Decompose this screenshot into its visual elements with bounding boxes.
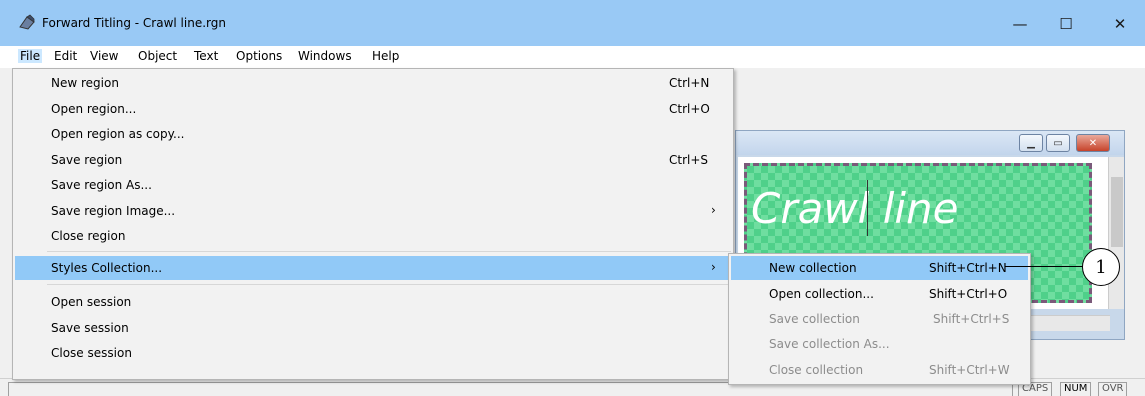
menu-item-save-region[interactable]: Save region Ctrl+S <box>15 148 731 172</box>
menu-text[interactable]: Text <box>194 49 218 63</box>
menu-options[interactable]: Options <box>236 49 282 63</box>
window-title: Forward Titling - Crawl line.rgn <box>42 16 226 30</box>
callout-marker: 1 <box>1082 248 1120 286</box>
menu-item-label: Save session <box>51 321 129 335</box>
menu-item-label: Styles Collection... <box>51 261 163 275</box>
doc-close-button[interactable]: ✕ <box>1076 134 1110 152</box>
restore-icon: ▭ <box>1053 137 1063 149</box>
menu-item-open-region-copy[interactable]: Open region as copy... <box>15 122 731 146</box>
menu-item-save-region-as[interactable]: Save region As... <box>15 173 731 197</box>
menu-item-open-region[interactable]: Open region... Ctrl+O <box>15 97 731 121</box>
menu-item-shortcut: Shift+Ctrl+O <box>929 287 1008 301</box>
num-indicator: NUM <box>1060 382 1092 396</box>
menu-item-shortcut: Shift+Ctrl+W <box>929 363 1010 377</box>
menu-item-save-collection: Save collection Shift+Ctrl+S <box>731 307 1028 331</box>
close-icon: ✕ <box>1113 15 1127 33</box>
menu-item-label: Save region <box>51 153 123 167</box>
menu-item-shortcut: Shift+Ctrl+S <box>933 312 1010 326</box>
menu-item-label: Open collection... <box>769 287 874 301</box>
scroll-thumb[interactable] <box>1111 177 1123 247</box>
submenu-arrow-icon: › <box>711 260 716 274</box>
menu-item-label: Close collection <box>769 363 864 377</box>
close-button[interactable]: ✕ <box>1097 6 1143 42</box>
menu-item-close-collection: Close collection Shift+Ctrl+W <box>731 358 1028 382</box>
menu-view[interactable]: View <box>90 49 118 63</box>
menu-item-label: Open session <box>51 295 132 309</box>
menu-item-open-session[interactable]: Open session <box>15 290 731 314</box>
menu-item-shortcut: Shift+Ctrl+N <box>929 261 1007 275</box>
menu-item-save-collection-as: Save collection As... <box>731 332 1028 356</box>
title-bar: Forward Titling - Crawl line.rgn — ☐ ✕ <box>0 0 1145 46</box>
text-caret <box>867 180 868 236</box>
maximize-icon: ☐ <box>1059 15 1073 33</box>
menu-item-open-collection[interactable]: Open collection... Shift+Ctrl+O <box>731 282 1028 306</box>
crawl-text[interactable]: Crawl line <box>751 184 959 233</box>
menu-item-label: Save region Image... <box>51 204 176 218</box>
styles-collection-submenu: New collection Shift+Ctrl+N Open collect… <box>728 253 1031 385</box>
app-icon <box>19 14 35 30</box>
menu-item-save-session[interactable]: Save session <box>15 316 731 340</box>
menu-item-label: Open region as copy... <box>51 127 185 141</box>
file-menu: New region Ctrl+N Open region... Ctrl+O … <box>12 68 734 380</box>
menu-item-label: Open region... <box>51 102 137 116</box>
menu-item-label: New region <box>51 76 119 90</box>
menu-item-label: Save region As... <box>51 178 152 192</box>
menu-separator <box>47 284 731 285</box>
menu-item-label: New collection <box>769 261 857 275</box>
menu-item-shortcut: Ctrl+S <box>669 153 709 167</box>
menu-item-shortcut: Ctrl+O <box>669 102 710 116</box>
menu-item-new-collection[interactable]: New collection Shift+Ctrl+N <box>731 256 1028 280</box>
minimize-icon: — <box>1012 15 1028 33</box>
menu-item-label: Close region <box>51 229 126 243</box>
vertical-scrollbar[interactable] <box>1108 157 1124 309</box>
menu-separator <box>47 251 731 252</box>
minimize-button[interactable]: — <box>997 6 1043 42</box>
menu-file[interactable]: File <box>18 49 43 63</box>
close-icon: ✕ <box>1088 137 1098 149</box>
menu-help[interactable]: Help <box>372 49 399 63</box>
menu-item-save-region-image[interactable]: Save region Image... › <box>15 199 731 223</box>
menu-windows[interactable]: Windows <box>298 49 352 63</box>
menu-item-close-session[interactable]: Close session <box>15 341 731 365</box>
doc-minimize-button[interactable]: ▁ <box>1019 134 1043 152</box>
maximize-button[interactable]: ☐ <box>1043 6 1089 42</box>
submenu-arrow-icon: › <box>711 203 716 217</box>
menu-item-new-region[interactable]: New region Ctrl+N <box>15 71 731 95</box>
callout-line <box>1005 266 1085 267</box>
menu-item-label: Close session <box>51 346 132 360</box>
menu-item-label: Save collection <box>769 312 860 326</box>
ovr-indicator: OVR <box>1098 382 1128 396</box>
document-titlebar: ▁ ▭ ✕ <box>736 131 1124 155</box>
doc-restore-button[interactable]: ▭ <box>1046 134 1070 152</box>
menu-bar: File Edit View Object Text Options Windo… <box>0 46 1145 68</box>
menu-edit[interactable]: Edit <box>54 49 77 63</box>
menu-item-styles-collection[interactable]: Styles Collection... › <box>15 256 731 280</box>
minimize-icon: ▁ <box>1027 137 1035 149</box>
menu-object[interactable]: Object <box>138 49 177 63</box>
menu-item-label: Save collection As... <box>769 337 890 351</box>
menu-item-shortcut: Ctrl+N <box>669 76 710 90</box>
menu-item-close-region[interactable]: Close region <box>15 224 731 248</box>
